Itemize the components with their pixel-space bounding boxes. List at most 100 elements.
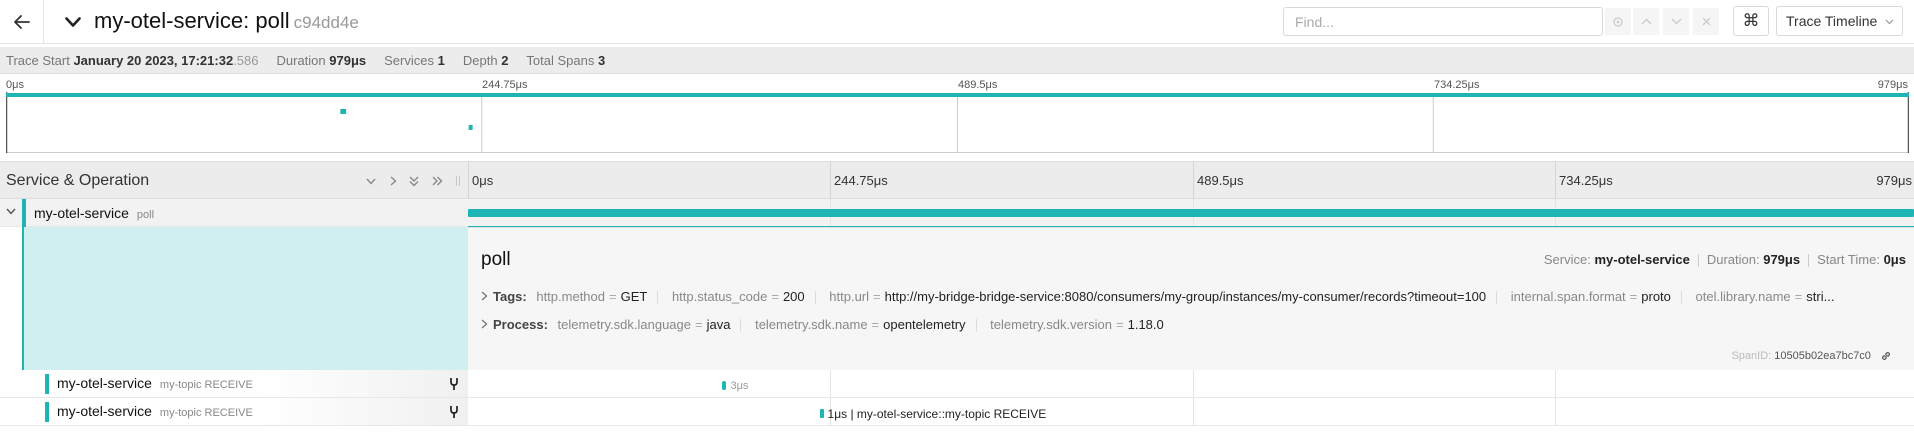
span-service-text: my-otel-service [34,205,129,221]
minimap-span [468,125,473,130]
span-service-text: my-otel-service [57,403,152,419]
timeline-gridline [1193,398,1194,425]
minimap-tick: 979μs [1877,79,1908,91]
timeline-gridline [1193,370,1194,397]
tag-value: GET [620,289,648,304]
span-row[interactable]: my-otel-service my-topic RECEIVE 3μs [0,370,1914,398]
process-item: telemetry.sdk.language = java [557,317,731,332]
expand-all-button[interactable] [429,173,445,189]
view-select[interactable]: Trace Timeline [1776,6,1903,36]
chevron-down-icon [6,208,16,215]
timeline-gridline [830,162,831,200]
span-service-name: my-otel-service my-topic RECEIVE [57,375,253,391]
trace-header: my-otel-service: pollc94dd4e ⌘ Trace Tim… [0,0,1914,44]
process-key: telemetry.sdk.version [990,317,1113,332]
tag-value: stri... [1806,289,1835,304]
process-section[interactable]: Process: telemetry.sdk.language = java tel… [481,317,1914,333]
expand-one-button[interactable] [385,173,401,189]
timeline-gridline [830,370,831,397]
timeline-tick: 0μs [472,173,494,188]
tags-section[interactable]: Tags: http.method = GET http.status_code = 2… [481,289,1914,305]
span-detail-gutter [0,227,468,370]
span-collapse-toggle[interactable] [6,208,16,215]
fork-icon[interactable] [449,377,459,391]
span-row-label[interactable]: my-otel-service my-topic RECEIVE [0,370,468,397]
total-spans-value: 3 [597,52,606,68]
span-duration-label: 3μs [730,380,749,392]
span-detail-highlight [24,227,468,370]
span-operation-name: poll [136,209,155,221]
span-duration-label: 1μs | my-otel-service::my-topic RECEIVE [827,407,1047,421]
find-input[interactable] [1283,7,1603,36]
span-row[interactable]: my-otel-service poll [0,199,1914,229]
meta-divider [1808,254,1810,268]
locate-button[interactable] [1605,8,1631,35]
timeline-tick: 244.75μs [834,173,888,188]
span-detail-operation: poll [481,249,511,270]
service-color-bar [45,402,49,422]
span-timeline-cell[interactable]: 3μs [468,370,1914,397]
tag-key: internal.span.format [1510,289,1626,304]
process-value: opentelemetry [883,317,966,332]
chevron-right-icon [481,317,491,332]
span-bar[interactable] [468,209,1914,217]
chevron-right-icon [390,176,397,186]
span-operation-name: my-topic RECEIVE [159,407,253,419]
span-bar[interactable] [819,409,824,418]
chevron-right-icon [481,289,491,304]
process-label: Process: [493,317,548,332]
span-bar[interactable] [722,381,727,390]
span-timeline-cell[interactable] [468,199,1914,229]
arrow-left-icon [13,15,30,29]
start-meta-label: Start Time: [1817,252,1880,267]
chevron-down-icon [65,16,81,28]
tag-item: http.method = GET [536,289,648,304]
span-row[interactable]: my-otel-service my-topic RECEIVE 1μs | my… [0,398,1914,426]
tag-value: 200 [782,289,805,304]
tag-item: internal.span.format = proto [1510,289,1671,304]
next-match-button[interactable] [1663,8,1689,35]
duration-meta-value: 979μs [1763,252,1801,267]
collapse-one-button[interactable] [363,173,379,189]
clear-find-button[interactable] [1693,8,1719,35]
trace-start-value: January 20 2023, 17:21:32 [73,52,234,68]
link-icon[interactable] [1880,350,1892,362]
collapse-all-button[interactable] [406,173,422,189]
span-row-label[interactable]: my-otel-service poll [0,199,468,227]
span-id-label: SpanID: [1731,350,1772,362]
target-icon [1612,16,1624,28]
trace-start-ms: .586 [233,52,259,68]
depth-label: Depth [462,52,498,68]
tag-key: otel.library.name [1695,289,1791,304]
keyboard-shortcuts-button[interactable]: ⌘ [1733,6,1769,36]
minimap-canvas[interactable] [6,92,1909,154]
collapse-header-toggle[interactable] [62,12,84,32]
span-timeline-cell[interactable]: 1μs | my-otel-service::my-topic RECEIVE [468,398,1914,425]
double-chevron-down-icon [409,176,419,187]
fork-icon[interactable] [449,405,459,419]
timeline-gridline [1555,370,1556,397]
prev-match-button[interactable] [1633,8,1659,35]
column-resize-handle[interactable] [455,175,461,187]
timeline-header: Service & Operation 0μs 244.75μs 489.5μs… [0,161,1914,200]
summary-trace-start: Trace Start January 20 2023, 17:21:32.58… [6,53,259,68]
back-button[interactable] [0,0,44,44]
span-row-label[interactable]: my-otel-service my-topic RECEIVE [0,398,468,425]
minimap-tick: 489.5μs [958,79,998,91]
process-item: telemetry.sdk.name = opentelemetry [755,317,966,332]
process-item: telemetry.sdk.version = 1.18.0 [990,317,1164,332]
tags-label: Tags: [493,289,527,304]
timeline-tick: 979μs [1876,173,1912,188]
tag-item: http.url = http://my-bridge-bridge-service… [829,289,1487,304]
tag-value: http://my-bridge-bridge-service:8080/con… [884,289,1487,304]
span-detail-meta: Service: my-otel-service Duration: 979μs S… [1544,252,1914,268]
double-chevron-right-icon [432,176,443,186]
total-spans-label: Total Spans [526,52,595,68]
command-icon: ⌘ [1742,11,1760,30]
span-detail-content: poll Service: my-otel-service Duration: 9… [468,227,1914,370]
trace-operation-name: poll [255,8,290,33]
service-operation-label: Service & Operation [6,172,150,189]
tag-key: http.status_code [671,289,768,304]
chevron-up-icon [1641,18,1652,25]
trace-title: my-otel-service: poll c94dd4e [94,8,359,34]
